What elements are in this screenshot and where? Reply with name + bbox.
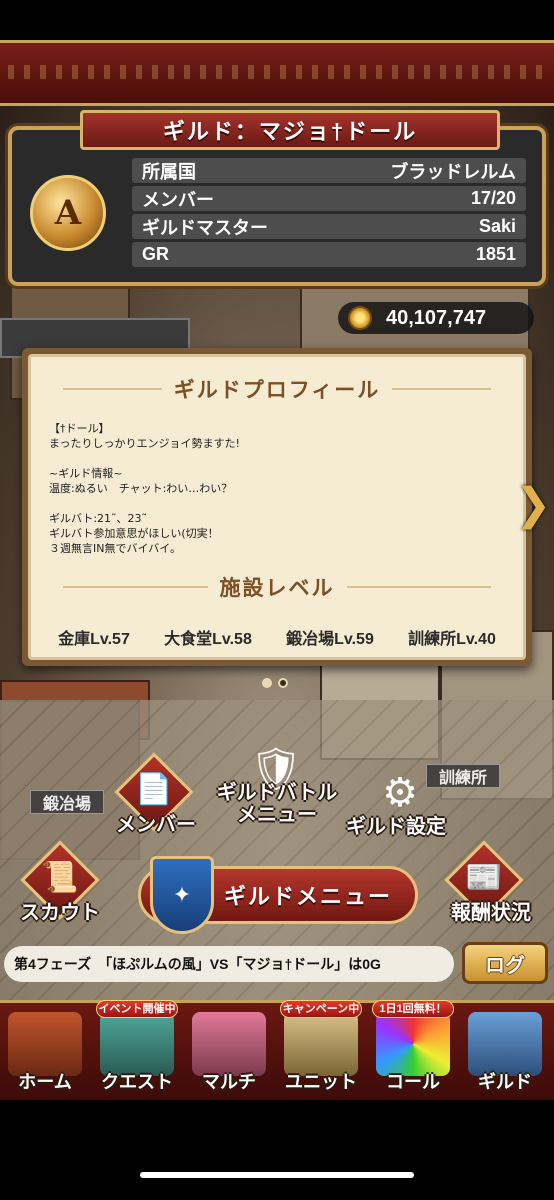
member-label: メンバー [116, 814, 196, 836]
event-badge: イベント開催中 [96, 1000, 178, 1018]
info-row-master: ギルドマスター Saki [132, 214, 526, 239]
rainbow-gate-icon [376, 1012, 450, 1076]
info-label: GR [142, 244, 169, 264]
nav-call[interactable]: 1日1回無料！ コール [368, 1000, 458, 1096]
guild-emblem-icon[interactable]: A [21, 166, 115, 260]
guild-banner-icon: ✦ [150, 856, 214, 934]
nav-multi-label: マルチ [202, 1072, 256, 1092]
document-icon: 📄 [135, 771, 173, 807]
profile-heading: ギルドプロフィール [51, 373, 503, 405]
facility-heading: 施設レベル [51, 571, 503, 603]
nav-home-label: ホーム [18, 1072, 72, 1092]
guild-info-rows: 所属国 ブラッドレルム メンバー 17/20 ギルドマスター Saki GR 1… [132, 158, 526, 270]
top-banner [0, 40, 554, 106]
house-icon [8, 1012, 82, 1076]
info-label: 所属国 [142, 161, 196, 182]
guild-settings-label: ギルド設定 [346, 816, 446, 838]
unit-portrait-icon [284, 1012, 358, 1076]
castle-icon [468, 1012, 542, 1076]
smithy-label: 鍛冶場 [30, 790, 105, 814]
nav-guild[interactable]: ギルド [460, 1002, 550, 1096]
guild-battle-label: ギルドバトル メニュー [216, 782, 338, 826]
home-indicator[interactable] [140, 1172, 414, 1178]
gold-amount: 40,107,747 [386, 306, 487, 329]
facility-levels: 金庫Lv.57 大食堂Lv.58 鍛冶場Lv.59 訓練所Lv.40 [41, 625, 513, 649]
free-badge: 1日1回無料！ [372, 1000, 454, 1018]
info-label: メンバー [142, 189, 214, 210]
scout-label: スカウト [20, 902, 100, 924]
nav-quest[interactable]: イベント開催中 クエスト [92, 1000, 182, 1096]
campaign-badge: キャンペーン中 [280, 1000, 362, 1018]
info-value: 1851 [475, 244, 516, 264]
facility-training: 訓練所Lv.40 [408, 631, 496, 648]
info-value: ブラッドレルム [390, 161, 516, 182]
battle-ticker: 第4フェーズ 「ほぷルムの風」VS「マジョ†ドール」は0G [4, 946, 454, 982]
rewards-label: 報酬状況 [451, 902, 531, 924]
gear-icon: ⚙ [382, 770, 418, 816]
profile-text: 【†ドール】 まったりしっかりエンジョイ勢ますた! ~ギルド情報~ 温度:ぬるい… [49, 422, 240, 555]
nav-home[interactable]: ホーム [0, 1002, 90, 1096]
nav-call-label: コール [386, 1072, 440, 1092]
facility-vault: 金庫Lv.57 [58, 631, 130, 648]
gold-coin-icon [348, 306, 372, 330]
info-row-country: 所属国 ブラッドレルム [132, 158, 526, 183]
screen-bottom-bar [0, 1100, 554, 1200]
info-label: ギルドマスター [142, 217, 268, 238]
nav-unit-label: ユニット [285, 1072, 357, 1092]
nav-guild-label: ギルド [478, 1072, 532, 1092]
newspaper-icon: 📰 [465, 859, 503, 895]
facility-smithy: 鍛冶場Lv.59 [286, 631, 374, 648]
nav-quest-label: クエスト [101, 1072, 173, 1092]
nav-multi[interactable]: マルチ [184, 1002, 274, 1096]
guild-profile-panel: ギルドプロフィール 【†ドール】 まったりしっかりエンジョイ勢ますた! ~ギルド… [22, 348, 532, 666]
info-row-gr: GR 1851 [132, 242, 526, 267]
nav-unit[interactable]: キャンペーン中 ユニット [276, 1000, 366, 1096]
log-button[interactable]: ログ [462, 942, 548, 984]
page-dot [278, 678, 288, 688]
page-dot-active [262, 678, 272, 688]
next-page-arrow-icon[interactable]: ❯ [514, 472, 552, 536]
characters-icon [192, 1012, 266, 1076]
info-row-members: メンバー 17/20 [132, 186, 526, 211]
facility-dining: 大食堂Lv.58 [164, 631, 252, 648]
info-value: 17/20 [470, 188, 516, 208]
profile-parchment: ギルドプロフィール 【†ドール】 まったりしっかりエンジョイ勢ますた! ~ギルド… [28, 354, 526, 660]
scroll-icon: 📜 [41, 859, 79, 895]
page-indicator [262, 678, 288, 688]
guild-title: ギルド：マジョ†ドール [80, 110, 500, 150]
gold-counter: 40,107,747 [338, 302, 534, 334]
info-value: Saki [478, 216, 516, 236]
gate-icon [100, 1012, 174, 1076]
